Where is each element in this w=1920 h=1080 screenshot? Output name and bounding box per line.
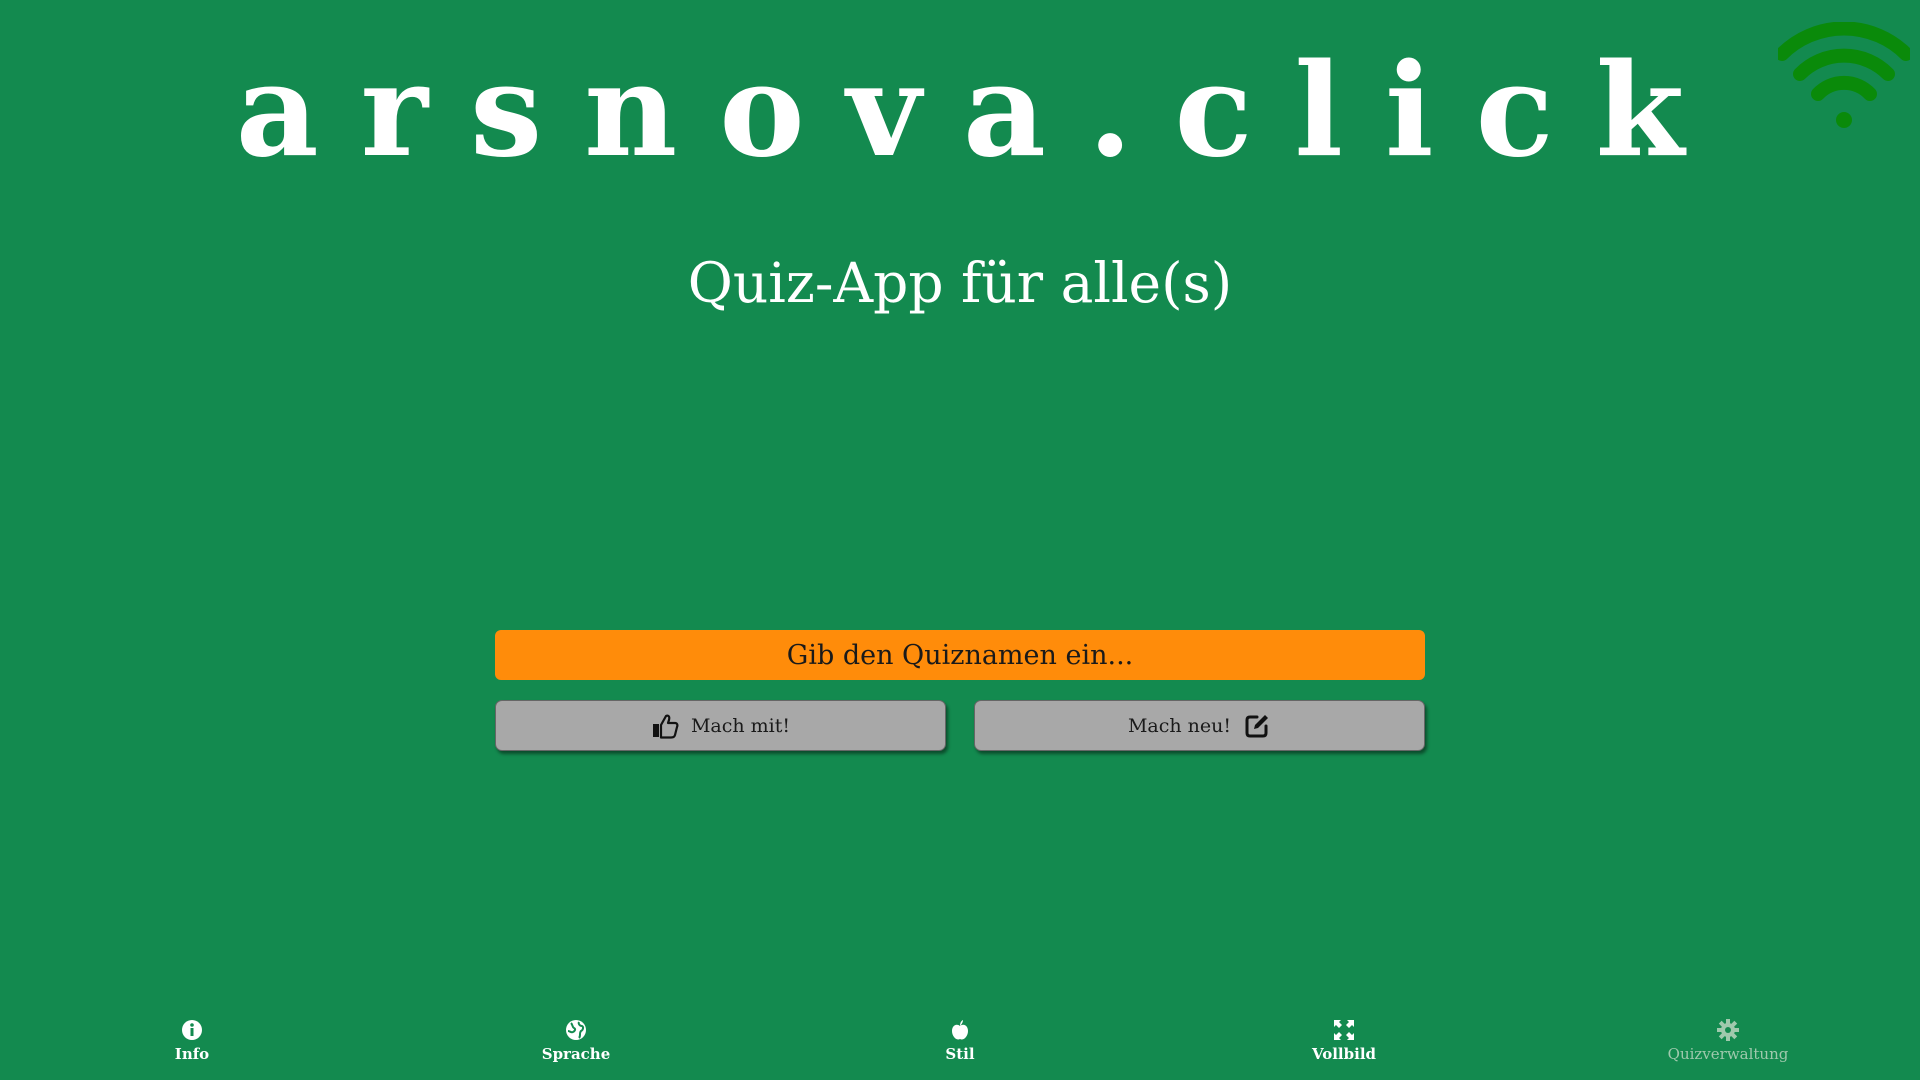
start-page: arsnova.click Quiz-App für alle(s) Mach … bbox=[0, 0, 1920, 1080]
info-icon bbox=[182, 1020, 202, 1040]
quiz-name-input[interactable] bbox=[495, 630, 1425, 680]
new-quiz-button[interactable]: Mach neu! bbox=[974, 700, 1425, 751]
footer-item-language[interactable]: Sprache bbox=[486, 1018, 666, 1063]
footer-nav: Info Sprache Stil Vollbild Quizverwaltun… bbox=[0, 1018, 1920, 1080]
app-logo: arsnova.click bbox=[235, 36, 1727, 186]
footer-item-style[interactable]: Stil bbox=[870, 1018, 1050, 1063]
edit-icon bbox=[1245, 714, 1269, 737]
app-subtitle: Quiz-App für alle(s) bbox=[687, 251, 1233, 315]
gear-icon bbox=[1717, 1019, 1739, 1041]
footer-label-style: Stil bbox=[945, 1045, 975, 1063]
footer-item-info[interactable]: Info bbox=[102, 1018, 282, 1063]
footer-item-fullscreen[interactable]: Vollbild bbox=[1254, 1018, 1434, 1063]
thumbs-up-icon bbox=[652, 714, 679, 739]
new-quiz-label: Mach neu! bbox=[1127, 714, 1232, 737]
apple-icon bbox=[952, 1020, 968, 1040]
footer-label-language: Sprache bbox=[541, 1045, 611, 1063]
join-quiz-label: Mach mit! bbox=[690, 714, 791, 737]
join-quiz-button[interactable]: Mach mit! bbox=[495, 700, 946, 751]
footer-item-quiz-management[interactable]: Quizverwaltung bbox=[1638, 1018, 1818, 1063]
footer-label-info: Info bbox=[174, 1045, 210, 1063]
footer-label-fullscreen: Vollbild bbox=[1311, 1045, 1377, 1063]
fullscreen-icon bbox=[1334, 1020, 1354, 1040]
footer-label-quiz-management: Quizverwaltung bbox=[1667, 1045, 1789, 1063]
globe-icon bbox=[566, 1020, 586, 1040]
